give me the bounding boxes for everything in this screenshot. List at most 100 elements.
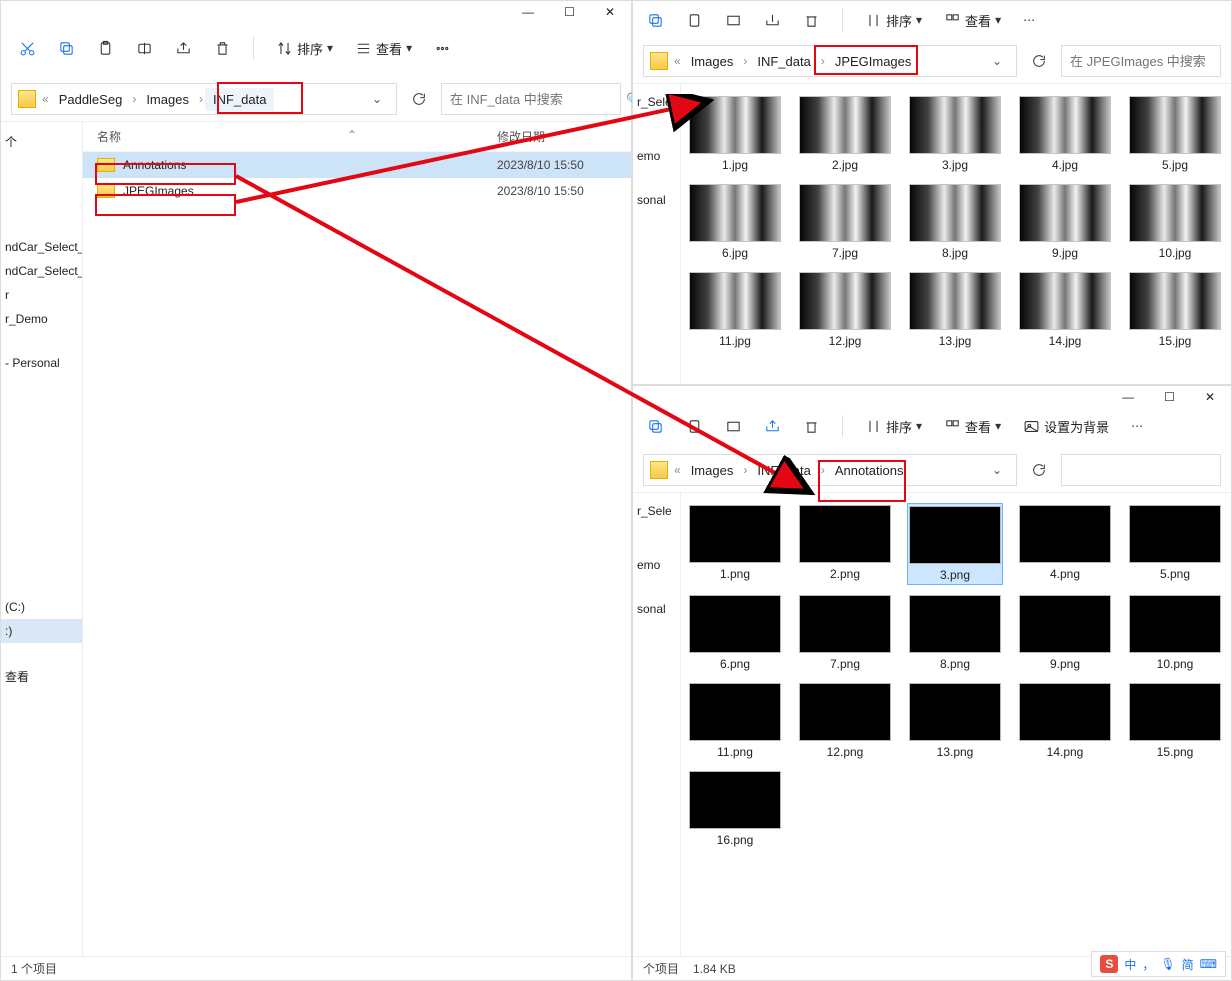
thumbnail-image	[689, 505, 781, 563]
sidebar-item[interactable]: r_Demo	[1, 307, 82, 331]
thumbnail-item[interactable]: 16.png	[687, 769, 783, 849]
thumbnail-item[interactable]: 2.jpg	[797, 94, 893, 174]
thumbnail-item[interactable]: 4.jpg	[1017, 94, 1113, 174]
thumbnail-item[interactable]: 11.png	[687, 681, 783, 761]
thumbnail-item[interactable]: 15.png	[1127, 681, 1223, 761]
search-input[interactable]: 🔍	[441, 83, 621, 115]
sidebar-item[interactable]: r	[1, 283, 82, 307]
thumbnail-item[interactable]: 14.png	[1017, 681, 1113, 761]
thumbnail-item[interactable]: 13.jpg	[907, 270, 1003, 350]
minimize-button[interactable]: —	[522, 5, 534, 19]
thumbnail-item[interactable]: 8.jpg	[907, 182, 1003, 262]
more-icon[interactable]	[430, 36, 455, 61]
share-icon[interactable]	[171, 36, 196, 61]
breadcrumb-item[interactable]: PaddleSeg	[51, 88, 131, 111]
thumbnail-item[interactable]: 11.jpg	[687, 270, 783, 350]
delete-icon[interactable]	[799, 8, 824, 33]
paste-icon[interactable]	[682, 414, 707, 439]
thumbnail-label: 5.jpg	[1162, 158, 1188, 172]
rename-icon[interactable]	[132, 36, 157, 61]
sidebar-item[interactable]: ndCar_Select_F	[1, 259, 82, 283]
toolbar: 排序▾ 查看▾	[1, 19, 631, 77]
copy-icon[interactable]	[54, 36, 79, 61]
thumbnail-image	[909, 184, 1001, 242]
sidebar-item[interactable]: 查看	[1, 663, 82, 690]
thumbnail-item[interactable]: 5.png	[1127, 503, 1223, 585]
sort-button[interactable]: 排序▾	[861, 413, 926, 440]
thumbnail-item[interactable]: 14.jpg	[1017, 270, 1113, 350]
chevron-down-icon[interactable]: ⌄	[984, 50, 1010, 72]
more-icon[interactable]: ⋯	[1019, 9, 1039, 31]
sort-button[interactable]: 排序▾	[861, 7, 926, 34]
thumbnail-image	[1129, 96, 1221, 154]
sidebar-item[interactable]: - Personal	[1, 351, 82, 375]
refresh-icon[interactable]	[403, 83, 435, 115]
breadcrumb-item[interactable]: INF_data	[205, 88, 274, 111]
breadcrumb-item[interactable]: Images	[138, 88, 197, 111]
maximize-button[interactable]: ☐	[564, 5, 575, 19]
paste-icon[interactable]	[682, 8, 707, 33]
thumbnail-item[interactable]: 6.png	[687, 593, 783, 673]
rename-icon[interactable]	[721, 8, 746, 33]
sort-button[interactable]: 排序▾	[272, 35, 337, 62]
file-list: 名称 ⌃ 修改日期 Annotations 2023/8/10 15:50 JP…	[83, 122, 631, 956]
thumbnail-item[interactable]: 4.png	[1017, 503, 1113, 585]
thumbnail-item[interactable]: 1.png	[687, 503, 783, 585]
thumbnail-item[interactable]: 12.jpg	[797, 270, 893, 350]
delete-icon[interactable]	[210, 36, 235, 61]
close-button[interactable]: ✕	[605, 5, 615, 19]
thumbnail-item[interactable]: 10.png	[1127, 593, 1223, 673]
sidebar-item[interactable]: ndCar_Select_F	[1, 235, 82, 259]
chevron-down-icon[interactable]: ⌄	[364, 88, 390, 110]
status-bar: 1 个项目	[1, 956, 631, 980]
thumbnail-item[interactable]: 15.jpg	[1127, 270, 1223, 350]
copy-icon[interactable]	[643, 414, 668, 439]
list-row-annotations[interactable]: Annotations 2023/8/10 15:50	[83, 152, 631, 178]
thumbnail-item[interactable]: 10.jpg	[1127, 182, 1223, 262]
chevron-down-icon[interactable]: ⌄	[984, 459, 1010, 481]
search-input[interactable]: 🔍	[1061, 45, 1221, 77]
breadcrumb[interactable]: « PaddleSeg › Images › INF_data ⌄	[11, 83, 397, 115]
thumbnail-item[interactable]: 13.png	[907, 681, 1003, 761]
maximize-button[interactable]: ☐	[1164, 390, 1175, 404]
more-icon[interactable]: ⋯	[1127, 415, 1147, 437]
delete-icon[interactable]	[799, 414, 824, 439]
column-date[interactable]: 修改日期	[497, 128, 617, 145]
breadcrumb[interactable]: « Images › INF_data › Annotations ⌄	[643, 454, 1017, 486]
thumbnail-item[interactable]: 2.png	[797, 503, 893, 585]
minimize-button[interactable]: —	[1122, 390, 1134, 404]
list-row-jpegimages[interactable]: JPEGImages 2023/8/10 15:50	[83, 178, 631, 204]
ime-toolbar[interactable]: S 中 ， 🎙 简 ⌨	[1091, 951, 1226, 977]
sidebar-item[interactable]: (C:)	[1, 595, 82, 619]
set-background-button[interactable]: 设置为背景	[1019, 413, 1113, 440]
search-input[interactable]: 🔍	[1061, 454, 1221, 486]
thumbnail-item[interactable]: 9.jpg	[1017, 182, 1113, 262]
view-button[interactable]: 查看▾	[940, 7, 1005, 34]
thumbnail-item[interactable]: 3.jpg	[907, 94, 1003, 174]
refresh-icon[interactable]	[1023, 45, 1055, 77]
thumbnail-item[interactable]: 12.png	[797, 681, 893, 761]
refresh-icon[interactable]	[1023, 454, 1055, 486]
thumbnail-item[interactable]: 7.jpg	[797, 182, 893, 262]
view-button[interactable]: 查看▾	[351, 35, 416, 62]
paste-icon[interactable]	[93, 36, 118, 61]
thumbnail-item[interactable]: 8.png	[907, 593, 1003, 673]
thumbnail-item[interactable]: 3.png	[907, 503, 1003, 585]
thumbnail-item[interactable]: 5.jpg	[1127, 94, 1223, 174]
thumbnail-item[interactable]: 9.png	[1017, 593, 1113, 673]
rename-icon[interactable]	[721, 414, 746, 439]
copy-icon[interactable]	[643, 8, 668, 33]
thumbnail-item[interactable]: 6.jpg	[687, 182, 783, 262]
folder-icon	[650, 52, 668, 70]
cut-icon[interactable]	[15, 36, 40, 61]
sidebar-item[interactable]: 个	[1, 128, 82, 155]
close-button[interactable]: ✕	[1205, 390, 1215, 404]
share-icon[interactable]	[760, 8, 785, 33]
breadcrumb[interactable]: « Images › INF_data › JPEGImages ⌄	[643, 45, 1017, 77]
thumbnail-item[interactable]: 1.jpg	[687, 94, 783, 174]
thumbnail-item[interactable]: 7.png	[797, 593, 893, 673]
share-icon[interactable]	[760, 414, 785, 439]
view-button[interactable]: 查看▾	[940, 413, 1005, 440]
column-name[interactable]: 名称	[97, 128, 347, 145]
sidebar-item[interactable]: :)	[1, 619, 82, 643]
